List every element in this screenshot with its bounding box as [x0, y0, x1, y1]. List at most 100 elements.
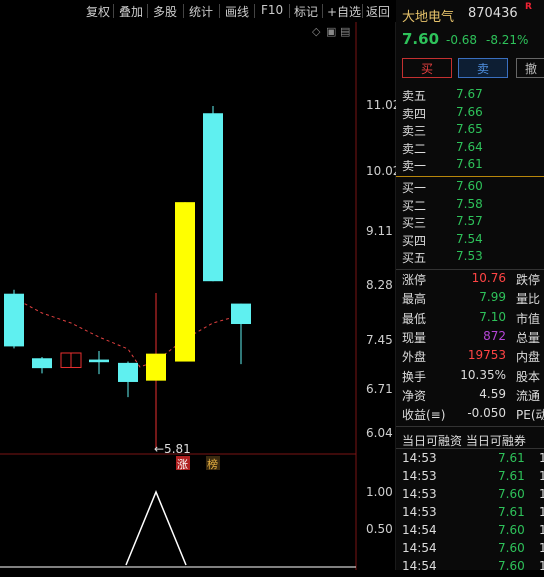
- bid-level-row[interactable]: 买二 7.58: [396, 197, 544, 214]
- margin-divider: [396, 426, 544, 427]
- stat-label-right: 股本: [516, 369, 541, 384]
- level-price: 7.54: [456, 231, 483, 246]
- toolbar-multi-stock-button[interactable]: 多股: [153, 3, 177, 20]
- ask-level-row[interactable]: 卖五 7.67: [396, 87, 544, 104]
- stat-label: 最低: [402, 311, 427, 326]
- last-price: 7.60: [402, 30, 440, 48]
- toolbar-stats-button[interactable]: 统计: [189, 3, 213, 20]
- toolbar-restore-rights-button[interactable]: 复权: [86, 3, 110, 20]
- candle: [4, 289, 24, 349]
- diamond-icon: ◇: [312, 25, 321, 38]
- stat-label: 净资: [402, 388, 427, 403]
- candle: [32, 356, 52, 374]
- tick-row: 14:53 7.61 1: [396, 469, 544, 487]
- level-price: 7.64: [456, 139, 483, 154]
- tick-price: 7.61: [498, 469, 525, 483]
- level-label: 买四: [402, 233, 427, 248]
- stat-value: 19753: [467, 348, 506, 363]
- candle: [118, 361, 138, 398]
- bid-level-row[interactable]: 买一 7.60: [396, 179, 544, 196]
- ticks-divider: [396, 448, 544, 449]
- price-change: -0.68: [446, 33, 478, 47]
- candlestick-chart[interactable]: ◇ ▣ ▤ ←5.81 涨 榜: [0, 22, 396, 570]
- toolbar-separator: [254, 4, 255, 18]
- stat-row: 净资 4.59 流通: [396, 387, 544, 406]
- stat-value: 10.35%: [460, 367, 506, 382]
- toolbar-separator: [183, 4, 184, 18]
- ask-level-row[interactable]: 卖二 7.64: [396, 140, 544, 157]
- candle: [146, 293, 166, 450]
- price-change-pct: -8.21%: [486, 33, 529, 47]
- stat-label-right: 量比: [516, 292, 541, 307]
- tick-time: 14:54: [402, 541, 437, 555]
- toolbar-mark-button[interactable]: 标记: [294, 3, 318, 20]
- toolbar-separator: [147, 4, 148, 18]
- toolbar-f10-button[interactable]: F10: [261, 3, 283, 17]
- level-label: 买一: [402, 181, 427, 195]
- stat-label: 外盘: [402, 350, 427, 365]
- tick-volume: 1: [539, 487, 544, 501]
- stat-value: 7.99: [479, 290, 506, 305]
- indicator-line: [125, 490, 187, 566]
- stock-name[interactable]: 大地电气: [402, 6, 454, 25]
- toolbar-separator: [362, 4, 363, 18]
- candle-body: [175, 202, 195, 362]
- stat-label: 现量: [402, 330, 427, 345]
- candle: [231, 303, 251, 365]
- tick-volume: 1: [539, 559, 544, 573]
- stat-label-right: 总量: [516, 330, 541, 345]
- tick-time: 14:53: [402, 451, 437, 465]
- bid-level-row[interactable]: 买五 7.53: [396, 249, 544, 266]
- price-tick-label: 7.45: [366, 333, 393, 348]
- event-marker: 榜: [207, 457, 218, 471]
- stat-value: 872: [483, 328, 506, 343]
- tick-row: 14:54 7.60 1: [396, 541, 544, 559]
- level-label: 卖四: [402, 106, 427, 121]
- level-price: 7.53: [456, 249, 483, 263]
- sell-button[interactable]: 卖: [458, 58, 508, 78]
- stat-label: 最高: [402, 292, 427, 307]
- price-tick-label: 8.28: [366, 278, 393, 293]
- stock-code[interactable]: 870436: [468, 6, 518, 21]
- toolbar-overlay-button[interactable]: 叠加: [119, 3, 143, 20]
- toolbar-draw-line-button[interactable]: 画线: [225, 3, 249, 20]
- toolbar-add-watchlist-button[interactable]: +自选: [327, 3, 361, 20]
- toolbar-back-button[interactable]: 返回: [366, 3, 390, 20]
- toolbar-separator: [219, 4, 220, 18]
- toolbar-separator: [289, 4, 290, 18]
- event-marker: 涨: [177, 458, 188, 471]
- candle-body: [4, 293, 24, 347]
- stat-label: 涨停: [402, 273, 427, 287]
- tick-volume: 1: [539, 541, 544, 555]
- stat-value: 7.10: [479, 309, 506, 324]
- level-price: 7.61: [456, 157, 483, 171]
- level-label: 卖五: [402, 89, 427, 103]
- stat-label-right: PE(动: [516, 408, 544, 423]
- kline-chart-area[interactable]: ◇ ▣ ▤ ←5.81 涨榜 11.02 10.02 9.11 8.28 7.45 6.71…: [0, 22, 400, 570]
- level-price: 7.60: [456, 179, 483, 193]
- tick-row: 14:54 7.60 1: [396, 523, 544, 541]
- tick-time: 14:54: [402, 559, 437, 573]
- candle: [60, 352, 82, 368]
- ask-level-row[interactable]: 卖一 7.61: [396, 157, 544, 174]
- ask-level-row[interactable]: 卖三 7.65: [396, 122, 544, 139]
- margin-info: 当日可融资 当日可融券: [402, 434, 526, 448]
- cancel-order-button[interactable]: 撤: [516, 58, 544, 78]
- level-price: 7.66: [456, 104, 483, 119]
- stat-value: -0.050: [467, 406, 506, 421]
- tick-price: 7.60: [498, 541, 525, 555]
- buy-button[interactable]: 买: [402, 58, 452, 78]
- tick-volume: 1: [539, 505, 544, 519]
- tick-price: 7.60: [498, 523, 525, 537]
- ask-level-row[interactable]: 卖四 7.66: [396, 105, 544, 122]
- toolbar-separator: [113, 4, 114, 18]
- stat-row: 最低 7.10 市值: [396, 310, 544, 329]
- bid-level-row[interactable]: 买三 7.57: [396, 214, 544, 231]
- tick-volume: 1: [539, 451, 544, 465]
- bid-level-row[interactable]: 买四 7.54: [396, 232, 544, 249]
- tick-volume: 1: [539, 469, 544, 483]
- level-label: 卖二: [402, 141, 427, 156]
- price-tick-label: 6.04: [366, 426, 393, 440]
- sub-tick-label: 1.00: [366, 485, 393, 499]
- toolbar: 复权 叠加 多股 统计 画线 F10 标记 +自选 返回: [0, 0, 396, 22]
